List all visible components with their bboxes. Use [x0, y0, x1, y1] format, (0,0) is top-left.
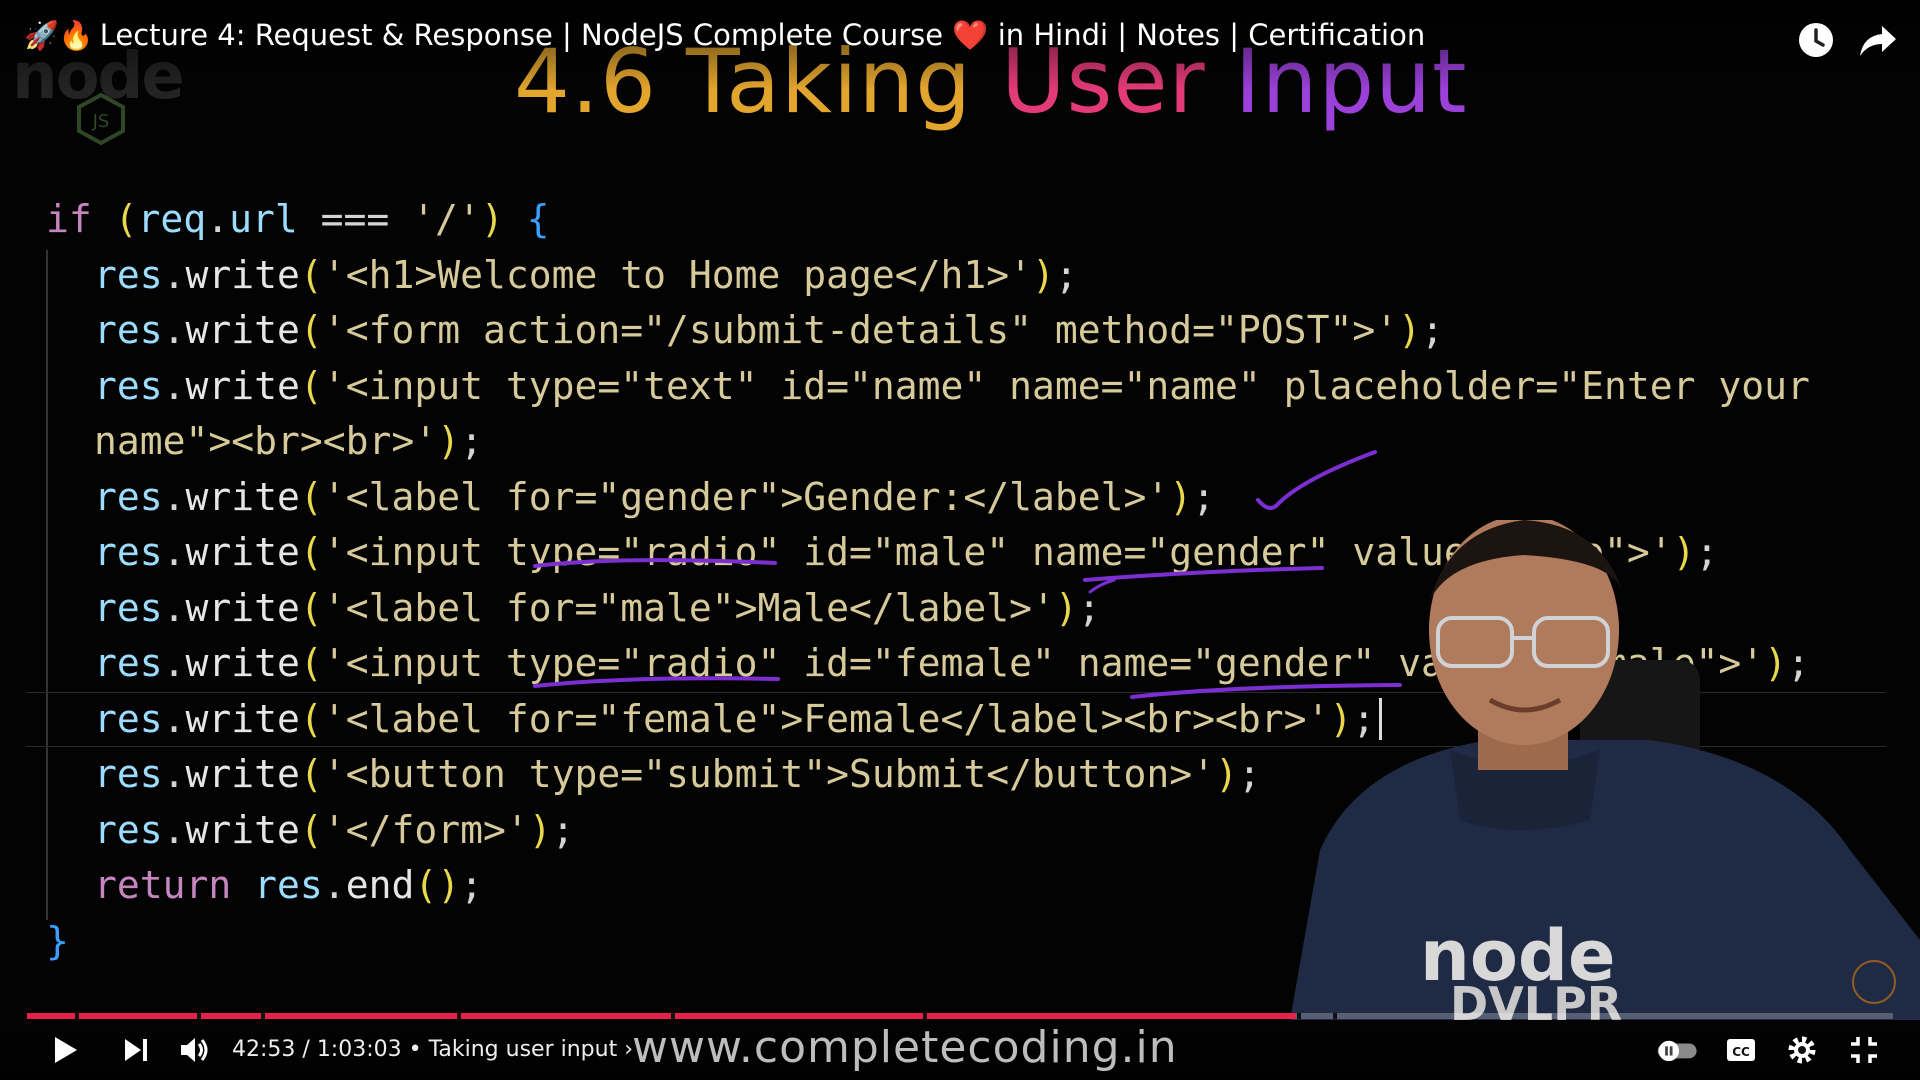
autoplay-toggle-icon	[1657, 1040, 1697, 1062]
share-button[interactable]	[1856, 18, 1900, 62]
chapter-marker	[197, 1013, 201, 1019]
chapter-marker	[1333, 1013, 1337, 1019]
watch-later-button[interactable]	[1794, 18, 1838, 62]
channel-watermark-logo[interactable]	[1852, 960, 1896, 1004]
time-display: 42:53 / 1:03:03 • Taking user input ›	[232, 1037, 633, 1062]
share-arrow-icon	[1860, 26, 1896, 56]
chapter-marker	[923, 1013, 927, 1019]
code-line: res.write('<h1>Welcome to Home page</h1>…	[94, 252, 1078, 297]
play-icon	[55, 1037, 77, 1063]
skip-next-icon	[125, 1039, 147, 1061]
time-separator: /	[295, 1037, 317, 1062]
progress-played	[27, 1013, 1296, 1019]
settings-button[interactable]	[1778, 1028, 1826, 1072]
chapter-marker	[1297, 1013, 1301, 1019]
chapter-title[interactable]: • Taking user input	[409, 1037, 618, 1062]
captions-button[interactable]: CC	[1717, 1028, 1765, 1072]
video-title[interactable]: 🚀🔥 Lecture 4: Request & Response | NodeJS…	[24, 18, 1425, 53]
autoplay-toggle[interactable]	[1652, 1028, 1706, 1072]
code-line: if (req.url === '/') {	[46, 197, 550, 241]
code-line: name"><br><br>');	[94, 419, 483, 463]
code-line: res.write('<input type="text" id="name" …	[94, 363, 1810, 408]
exit-fullscreen-button[interactable]	[1840, 1028, 1888, 1072]
code-line: res.write('<label for="gender">Gender:</…	[94, 474, 1216, 519]
presenter-video-overlay: node DVLPR	[1290, 520, 1920, 1020]
current-time: 42:53	[232, 1037, 296, 1062]
chapter-marker	[671, 1013, 675, 1019]
video-frame[interactable]: node JS 4.6 Taking User Input if (req.ur…	[0, 0, 1920, 1080]
play-button[interactable]	[40, 1028, 88, 1072]
code-line: res.write('<form action="/submit-details…	[94, 308, 1444, 352]
chapter-marker	[261, 1013, 265, 1019]
clock-icon	[1799, 23, 1833, 57]
nodejs-hex-icon: JS	[77, 92, 125, 146]
volume-button[interactable]	[170, 1028, 218, 1072]
progress-bar[interactable]	[27, 1013, 1893, 1019]
captions-icon: CC	[1727, 1039, 1755, 1061]
duration: 1:03:03	[316, 1037, 402, 1062]
volume-icon	[181, 1038, 208, 1062]
video-title-bar: 🚀🔥 Lecture 4: Request & Response | NodeJS…	[0, 0, 1920, 90]
rocket-fire-emoji: 🚀🔥	[24, 19, 94, 52]
video-title-text: Lecture 4: Request & Response | NodeJS C…	[99, 18, 944, 52]
exit-fullscreen-icon	[1851, 1037, 1877, 1063]
svg-text:JS: JS	[92, 111, 110, 132]
next-button[interactable]	[112, 1028, 160, 1072]
chapter-marker	[457, 1013, 461, 1019]
gear-icon	[1788, 1036, 1816, 1064]
chapter-marker	[75, 1013, 79, 1019]
video-title-suffix: in Hindi | Notes | Certification	[997, 18, 1426, 52]
site-watermark: www.completecoding.in	[632, 1022, 1178, 1073]
captions-label: CC	[1732, 1045, 1750, 1059]
heart-emoji: ❤️	[952, 18, 989, 52]
